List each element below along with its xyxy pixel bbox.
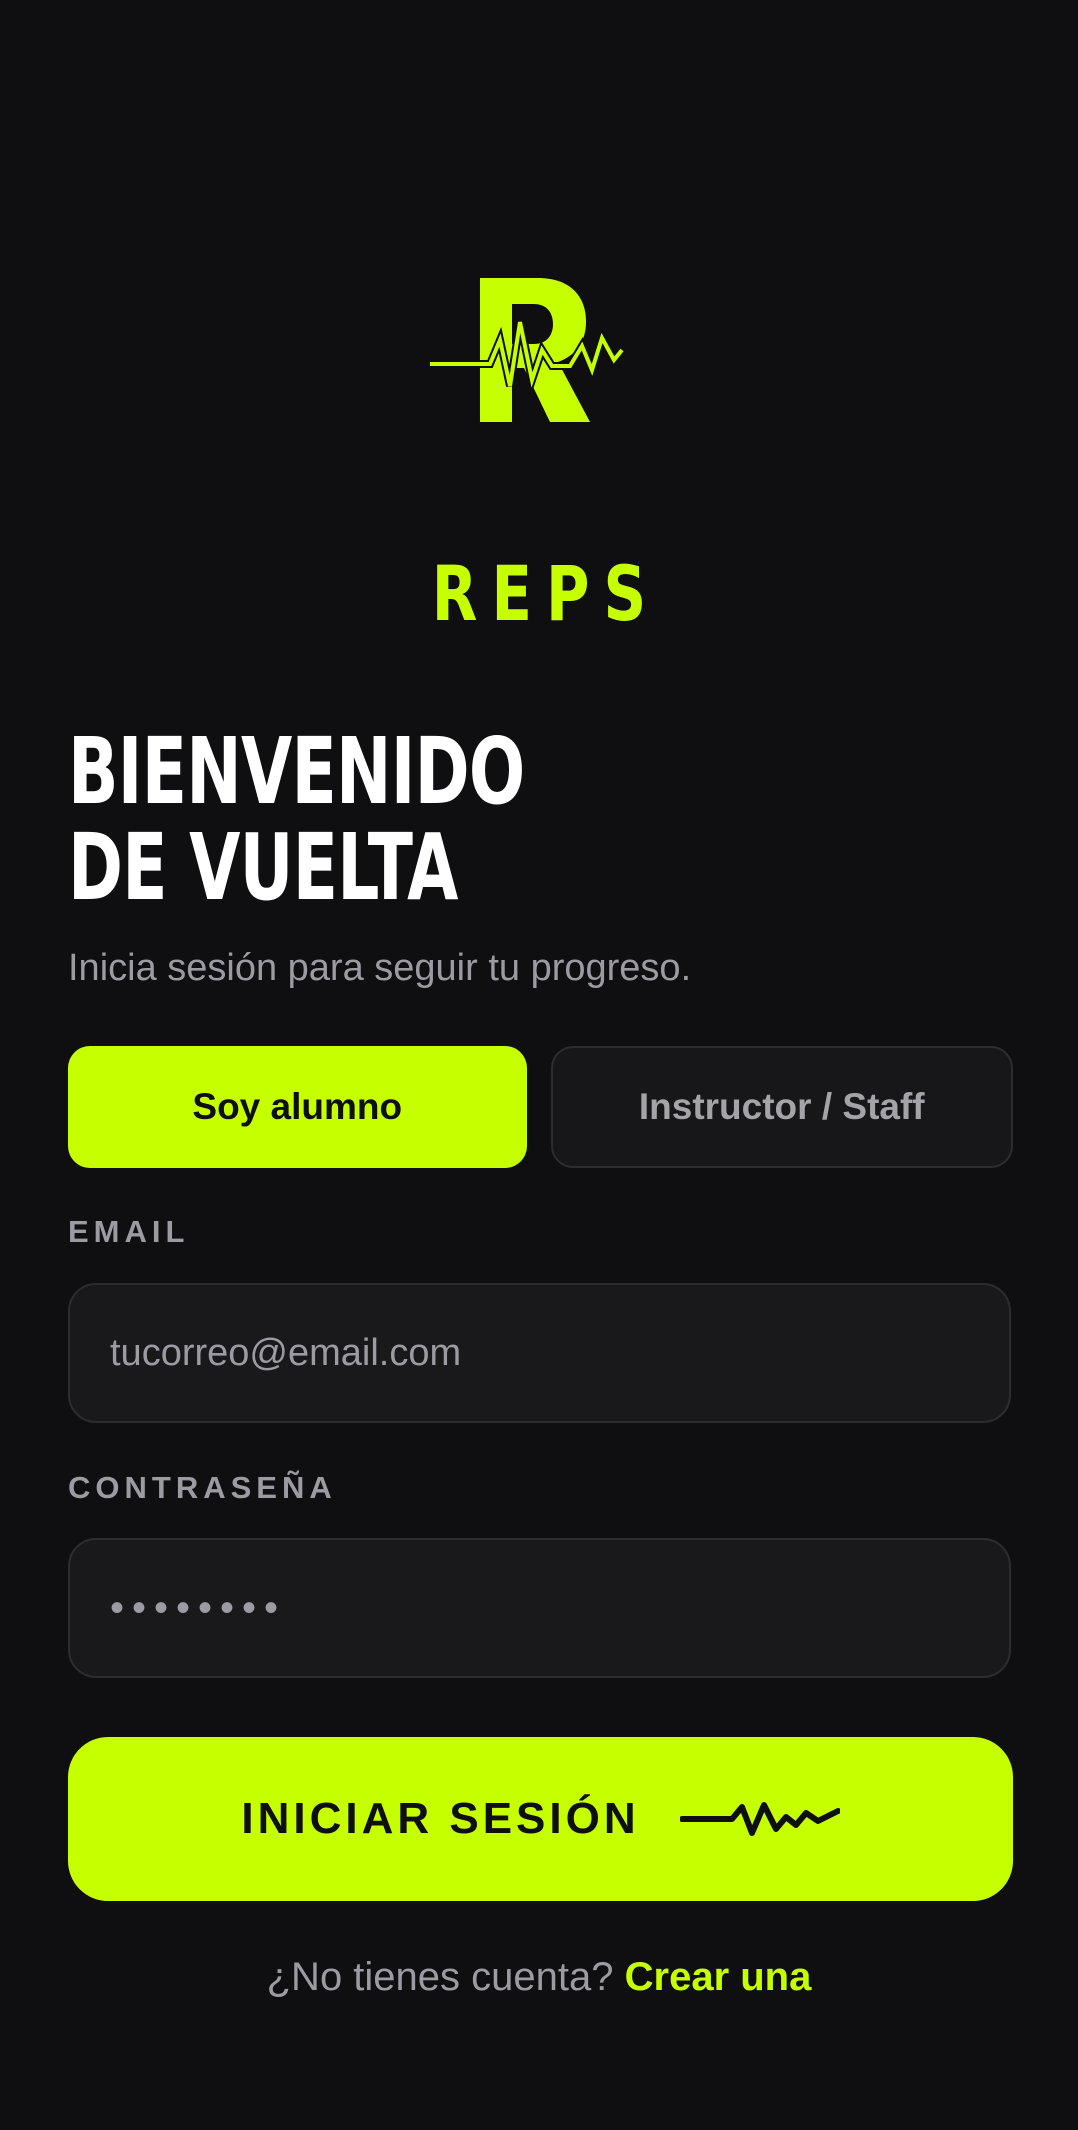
password-input[interactable]: •••••••• xyxy=(68,1538,1011,1678)
signup-question: ¿No tienes cuenta? xyxy=(266,1955,614,1999)
welcome-subtitle: Inicia sesión para seguir tu progreso. xyxy=(68,947,692,989)
role-toggle: Soy alumno Instructor / Staff xyxy=(68,1046,1013,1168)
pulse-icon xyxy=(679,1802,840,1836)
email-label: EMAIL xyxy=(68,1214,190,1249)
password-label: CONTRASEÑA xyxy=(68,1470,337,1505)
create-account-link[interactable]: Crear una xyxy=(625,1955,812,1999)
signup-prompt: ¿No tienes cuenta? Crear una xyxy=(0,1952,1078,2002)
brand-name: REPS xyxy=(431,549,661,638)
role-student-button[interactable]: Soy alumno xyxy=(68,1046,527,1168)
reps-logo-icon xyxy=(430,278,626,422)
login-button-label: INICIAR SESIÓN xyxy=(241,1794,640,1843)
email-input[interactable]: tucorreo@email.com xyxy=(68,1283,1011,1423)
welcome-line-2: DE VUELTA xyxy=(68,814,458,921)
welcome-line-1: BIENVENIDO xyxy=(68,718,525,825)
login-button[interactable]: INICIAR SESIÓN xyxy=(68,1737,1013,1901)
role-staff-button[interactable]: Instructor / Staff xyxy=(550,1046,1013,1168)
welcome-heading: BIENVENIDO DE VUELTA xyxy=(68,724,525,916)
